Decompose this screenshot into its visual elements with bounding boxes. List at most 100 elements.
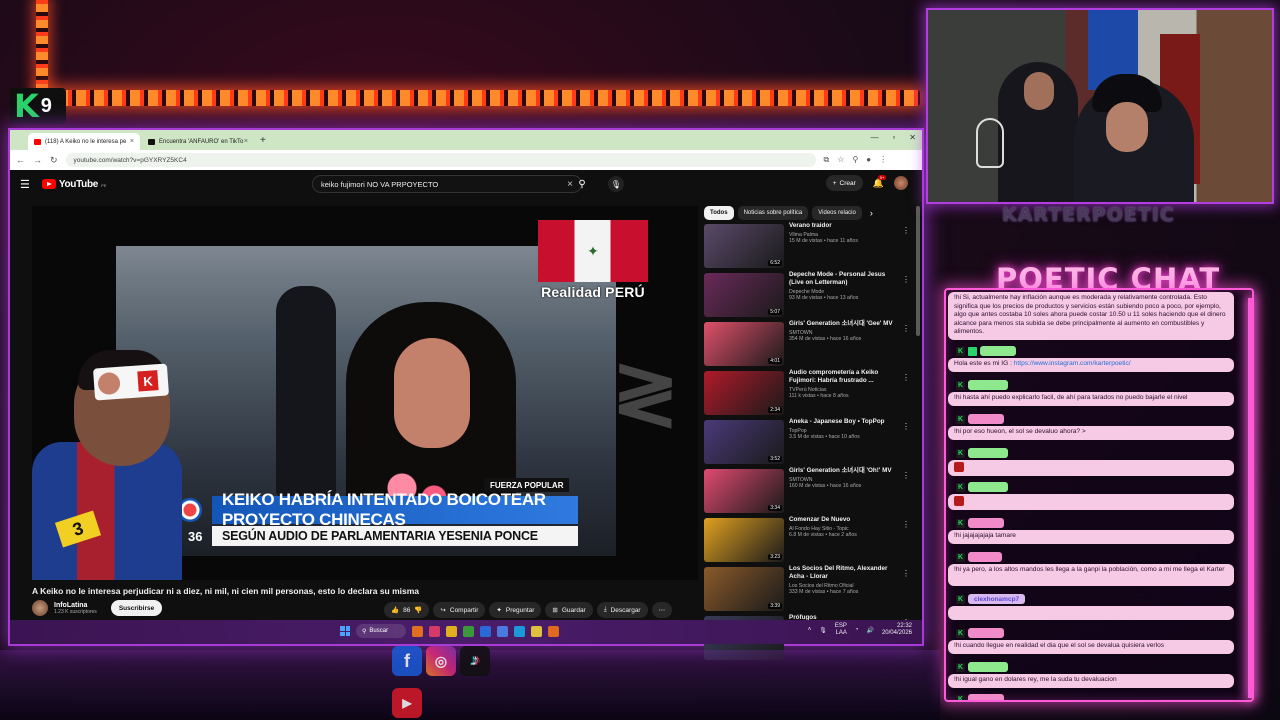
windows-start-icon[interactable]	[340, 626, 350, 636]
video-thumbnail[interactable]: 2:34	[704, 371, 784, 415]
channel-name[interactable]: InfoLatina	[54, 602, 97, 609]
taskbar-app-icon[interactable]	[497, 625, 508, 637]
reload-icon[interactable]: ↻	[50, 155, 58, 166]
taskbar-app-icon[interactable]	[412, 625, 423, 637]
video-title[interactable]: Audio comprometería a Keiko Fujimori: Ha…	[789, 369, 893, 385]
taskbar-search[interactable]: ⚲ Buscar	[356, 624, 406, 638]
forward-icon[interactable]: →	[33, 155, 42, 165]
recommendation-item[interactable]: 3:39 Los Socios Del Ritmo, Alexander Acha…	[704, 565, 918, 614]
folder-icon[interactable]	[531, 625, 542, 637]
chat-username[interactable]	[968, 380, 1008, 390]
chat-username[interactable]: clexhonamcp7	[968, 594, 1026, 604]
video-title[interactable]: Comenzar De Nuevo	[789, 516, 893, 524]
system-clock[interactable]: 22:32 20/04/2026	[882, 623, 912, 637]
browser-tab-youtube[interactable]: (118) A Keiko no le interesa pe ×	[28, 133, 140, 150]
chat-username[interactable]	[968, 552, 1002, 562]
wifi-icon[interactable]: ◔	[855, 627, 859, 633]
recommendation-item[interactable]: 3:23 Comenzar De Nuevo Al Fondo Hay Sitio …	[704, 516, 918, 565]
youtube-logo[interactable]: YouTube PE	[41, 179, 106, 190]
chat-username[interactable]	[968, 448, 1008, 458]
close-window-icon[interactable]: ✕	[909, 133, 916, 142]
chip-all[interactable]: Todos	[704, 206, 734, 220]
taskbar-app-icon[interactable]	[548, 625, 559, 637]
channel-avatar[interactable]	[32, 600, 48, 616]
recommendation-item[interactable]: 5:07 Depeche Mode - Personal Jesus (Live …	[704, 271, 918, 320]
recommendation-item[interactable]: 2:34 Audio comprometería a Keiko Fujimori…	[704, 369, 918, 418]
chevron-right-icon[interactable]: ›	[870, 208, 873, 218]
search-input[interactable]: keiko fujimori NO VA PRPOYECTO ×	[312, 175, 582, 193]
more-options-icon[interactable]: ⋮	[902, 373, 910, 382]
chip-related[interactable]: Videos relacio	[812, 206, 862, 220]
video-title[interactable]: Girls' Generation 소녀시대 'Gee' MV	[789, 320, 893, 328]
chip-politics[interactable]: Noticias sobre política	[737, 206, 809, 220]
video-player[interactable]: ≷ ✦ Realidad PERÚ FUERZA POPULAR KEIKO H…	[32, 206, 698, 580]
more-options-icon[interactable]: ⋮	[902, 569, 910, 578]
like-button[interactable]: 👍 86 👎	[384, 602, 430, 618]
minimize-icon[interactable]: —	[870, 133, 878, 142]
video-thumbnail[interactable]: 3:34	[704, 469, 784, 513]
more-options-icon[interactable]: ⋮	[902, 422, 910, 431]
subscribe-button[interactable]: Suscribirse	[110, 600, 163, 616]
thumbs-down-icon[interactable]: 👎	[414, 606, 422, 614]
taskbar-app-icon[interactable]	[429, 625, 440, 637]
video-title[interactable]: Los Socios Del Ritmo, Alexander Acha - L…	[789, 565, 893, 581]
chat-username[interactable]	[980, 346, 1016, 356]
browser-tab-tiktok[interactable]: Encuentra 'ANFAURO' en TikTo ×	[142, 133, 254, 150]
video-thumbnail[interactable]: 4:01	[704, 322, 784, 366]
video-thumbnail[interactable]: 5:07	[704, 273, 784, 317]
close-tab-icon[interactable]: ×	[130, 138, 134, 145]
close-tab-icon[interactable]: ×	[244, 138, 248, 145]
video-thumbnail[interactable]: 3:39	[704, 567, 784, 611]
more-options-icon[interactable]: ⋮	[902, 275, 910, 284]
chat-username[interactable]	[968, 628, 1004, 638]
mic-tray-icon[interactable]: 🎙	[819, 627, 827, 634]
video-title[interactable]: Depeche Mode - Personal Jesus (Live on L…	[789, 271, 893, 287]
recommendation-item[interactable]: 3:34 Girls' Generation 소녀시대 'Oh!' MV SMTOW…	[704, 467, 918, 516]
video-title[interactable]: Verano traidor	[789, 222, 893, 230]
chat-username[interactable]	[968, 694, 1004, 700]
more-options-icon[interactable]: ⋮	[902, 471, 910, 480]
more-options-icon[interactable]: ⋮	[902, 520, 910, 529]
menu-kebab-icon[interactable]: ⋮	[879, 155, 887, 165]
taskbar-app-icon[interactable]	[463, 625, 474, 637]
bookmark-star-icon[interactable]: ☆	[837, 155, 844, 165]
video-title[interactable]: Girls' Generation 소녀시대 'Oh!' MV	[789, 467, 893, 475]
recommendation-item[interactable]: 4:01 Girls' Generation 소녀시대 'Gee' MV SMTOW…	[704, 320, 918, 369]
save-button[interactable]: ⊞ Guardar	[545, 602, 593, 618]
new-tab-button[interactable]: +	[260, 135, 266, 146]
chat-username[interactable]	[968, 482, 1008, 492]
install-app-icon[interactable]: ⧉	[824, 155, 830, 165]
chevron-up-icon[interactable]: ˄	[808, 627, 812, 633]
ask-button[interactable]: ✦ Preguntar	[489, 602, 542, 618]
chat-link[interactable]: https://www.instagram.com/karterpoetic/	[1014, 360, 1131, 367]
share-button[interactable]: ↪ Compartir	[433, 602, 486, 618]
back-icon[interactable]: ←	[16, 155, 25, 165]
url-field[interactable]: youtube.com/watch?v=pGYXRYZ5KC4	[65, 153, 816, 167]
edge-icon[interactable]	[514, 625, 525, 637]
video-thumbnail[interactable]: 3:23	[704, 518, 784, 562]
voice-search-button[interactable]: 🎙	[608, 176, 624, 192]
recommendation-item[interactable]: 3:52 Aneka - Japanese Boy • TopPop TopPop 3…	[704, 418, 918, 467]
create-button[interactable]: + Crear	[825, 175, 863, 191]
chrome-icon[interactable]	[446, 625, 457, 637]
taskbar-app-icon[interactable]	[480, 625, 491, 637]
notifications-button[interactable]: 🔔 9+	[873, 174, 887, 189]
scrollbar[interactable]	[916, 206, 920, 336]
volume-icon[interactable]: 🔊	[866, 627, 873, 634]
hamburger-menu-icon[interactable]: ☰	[20, 178, 30, 191]
video-thumbnail[interactable]: 6:52	[704, 224, 784, 268]
more-options-icon[interactable]: ⋮	[902, 324, 910, 333]
chat-username[interactable]	[968, 662, 1008, 672]
more-options-icon[interactable]: ⋮	[902, 226, 910, 235]
download-button[interactable]: ⤓ Descargar	[596, 602, 648, 618]
extensions-icon[interactable]: ⚲	[852, 155, 858, 165]
profile-icon[interactable]: ●	[866, 155, 871, 165]
search-button[interactable]: ⚲	[572, 175, 592, 193]
more-actions-button[interactable]: ⋯	[651, 602, 673, 618]
video-title[interactable]: Aneka - Japanese Boy • TopPop	[789, 418, 893, 426]
chat-username[interactable]	[968, 518, 1004, 528]
account-avatar[interactable]	[894, 176, 908, 190]
chat-username[interactable]	[968, 414, 1004, 424]
video-thumbnail[interactable]: 3:52	[704, 420, 784, 464]
maximize-icon[interactable]: ▫	[892, 133, 895, 142]
